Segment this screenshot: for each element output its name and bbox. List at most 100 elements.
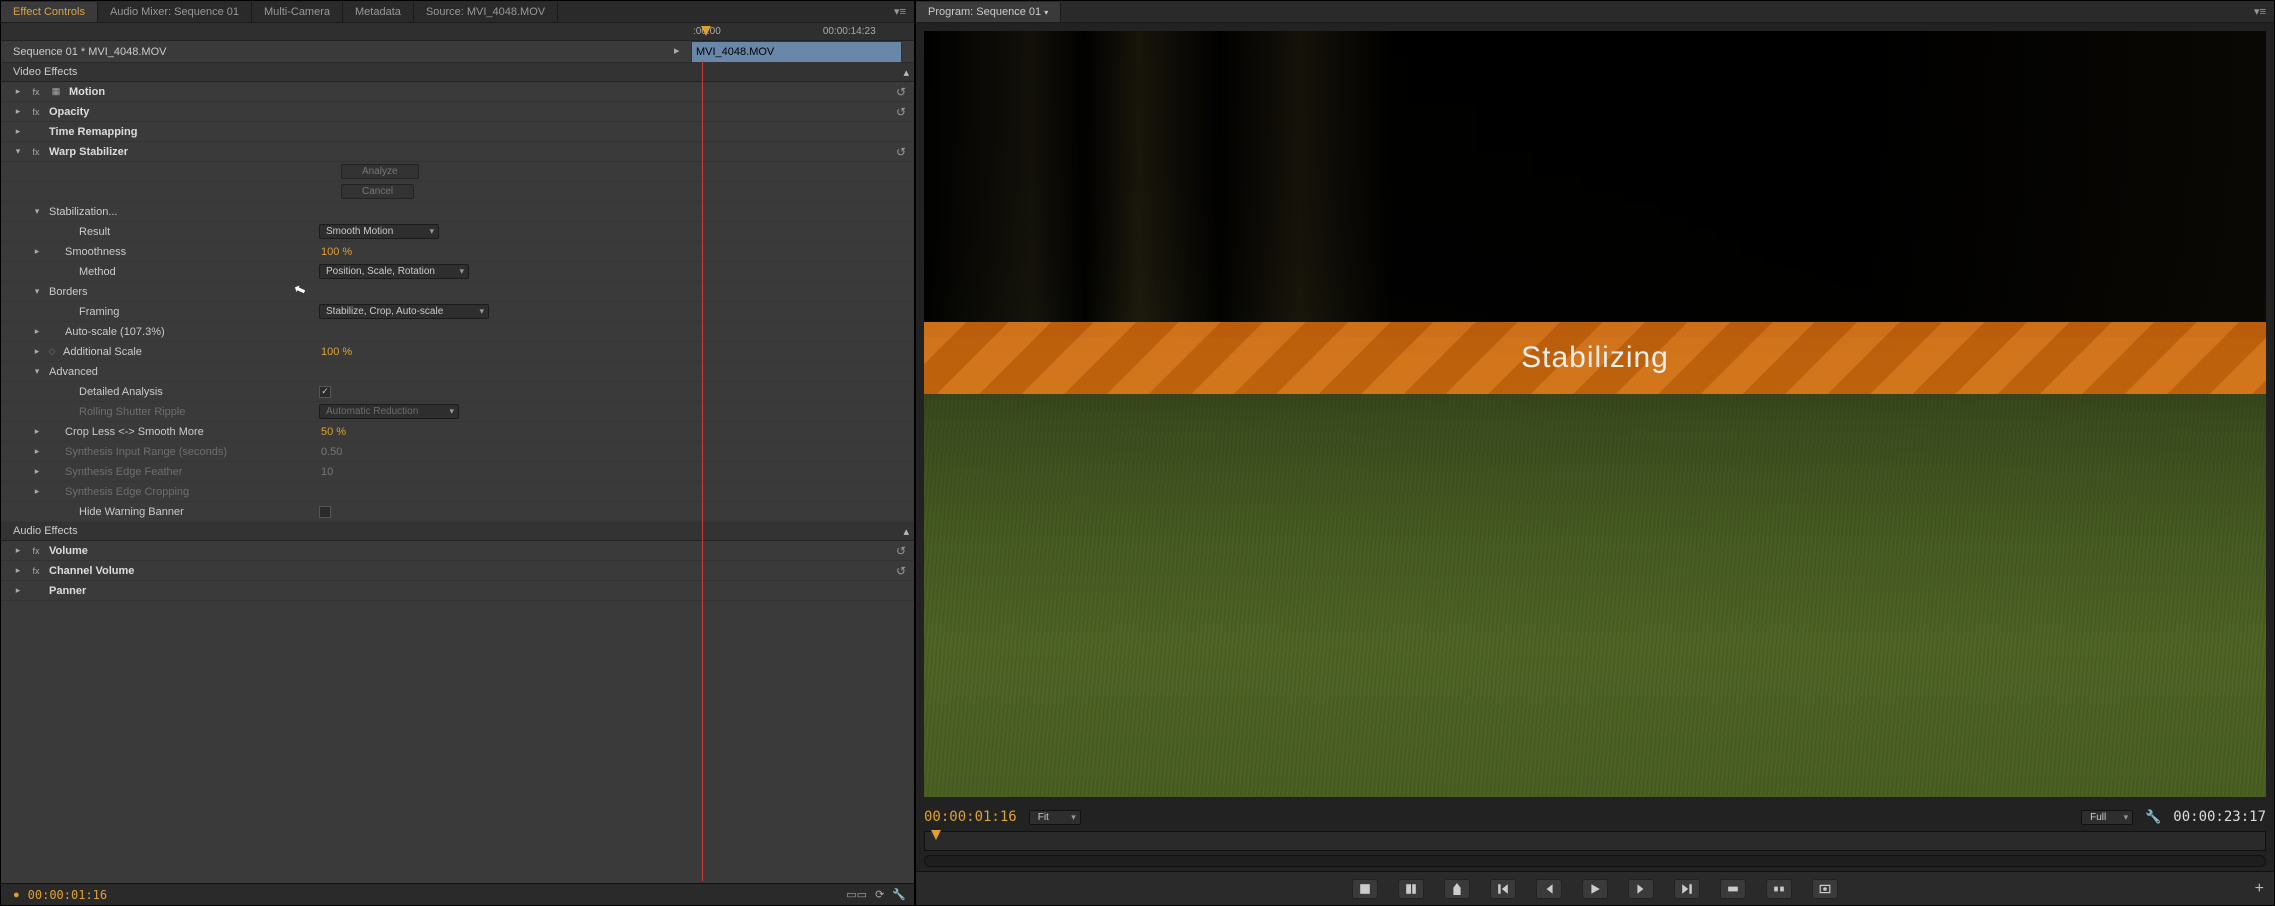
method-dropdown[interactable]: Position, Scale, Rotation (319, 264, 469, 279)
program-time-ruler[interactable] (924, 831, 2266, 851)
hide-banner-checkbox[interactable] (319, 506, 331, 518)
twisty-icon[interactable]: ▾ (13, 146, 23, 157)
twisty-icon[interactable]: ▸ (29, 426, 45, 437)
loop-icon[interactable]: ⟳ (875, 888, 884, 901)
effect-opacity[interactable]: ▸ fx Opacity ↺ (1, 102, 914, 122)
smoothness-value[interactable]: 100 % (319, 246, 352, 258)
group-advanced[interactable]: ▾ Advanced (1, 362, 914, 382)
mark-out-button[interactable] (1398, 879, 1424, 899)
reset-icon[interactable]: ↺ (896, 544, 906, 558)
twisty-icon[interactable]: ▾ (29, 366, 45, 377)
zoom-slider-icon[interactable]: ▭▭ (846, 888, 867, 901)
fx-badge-icon[interactable]: fx (29, 566, 43, 576)
audio-effects-collapse-icon[interactable]: ▴ (903, 525, 909, 538)
twisty-icon[interactable]: ▸ (13, 565, 23, 576)
analyze-button[interactable]: Analyze (341, 164, 419, 179)
mark-in-button[interactable] (1352, 879, 1378, 899)
go-to-in-button[interactable] (1490, 879, 1516, 899)
button-editor-icon[interactable]: + (2255, 880, 2264, 898)
panel-menu-icon[interactable]: ▾≡ (2254, 5, 2274, 18)
clip-name-chip[interactable]: MVI_4048.MOV (691, 41, 902, 63)
extract-button[interactable] (1766, 879, 1792, 899)
cancel-button[interactable]: Cancel (341, 184, 414, 199)
prop-hide-warning-banner: Hide Warning Banner (1, 502, 914, 522)
prop-crop-less-smooth-more: ▸ Crop Less <-> Smooth More 50 % (1, 422, 914, 442)
twisty-icon[interactable]: ▸ (13, 126, 23, 137)
warp-cancel-row: Cancel (1, 182, 914, 202)
prop-label: Detailed Analysis (59, 386, 319, 398)
detailed-analysis-checkbox[interactable]: ✓ (319, 386, 331, 398)
prop-label: Synthesis Edge Cropping (59, 486, 319, 498)
effect-motion[interactable]: ▸ fx ▦ Motion ↺ (1, 82, 914, 102)
prop-result: Result Smooth Motion (1, 222, 914, 242)
program-monitor-panel: Program: Sequence 01 ▾ ▾≡ Stabilizing 00… (915, 0, 2275, 906)
fx-badge-icon[interactable]: fx (29, 546, 43, 556)
twisty-icon[interactable]: ▸ (29, 246, 45, 257)
tab-audio-mixer[interactable]: Audio Mixer: Sequence 01 (98, 2, 252, 22)
effect-controls-playhead-line[interactable] (702, 61, 703, 881)
twisty-icon[interactable]: ▸ (29, 346, 45, 357)
program-scrollbar[interactable] (924, 855, 2266, 867)
show-timeline-toggle-icon[interactable]: ▸ (674, 44, 680, 57)
settings-wrench-icon[interactable]: 🔧 (2145, 810, 2161, 825)
twisty-icon[interactable]: ▸ (13, 86, 23, 97)
reset-icon[interactable]: ↺ (896, 105, 906, 119)
twisty-icon[interactable]: ▸ (13, 585, 23, 596)
playback-resolution-dropdown[interactable]: Full (2081, 810, 2133, 825)
sequence-clip-title: Sequence 01 * MVI_4048.MOV (13, 46, 166, 58)
play-button[interactable] (1582, 879, 1608, 899)
export-frame-button[interactable] (1812, 879, 1838, 899)
effect-time-remapping[interactable]: ▸ Time Remapping (1, 122, 914, 142)
tab-program[interactable]: Program: Sequence 01 ▾ (916, 2, 1061, 22)
footer-timecode[interactable]: 00:00:01:16 (28, 888, 107, 902)
tab-metadata[interactable]: Metadata (343, 2, 414, 22)
tab-multi-camera[interactable]: Multi-Camera (252, 2, 343, 22)
reset-icon[interactable]: ↺ (896, 564, 906, 578)
effect-channel-volume[interactable]: ▸ fx Channel Volume ↺ (1, 561, 914, 581)
twisty-icon[interactable]: ▾ (29, 206, 45, 217)
reset-icon[interactable]: ↺ (896, 145, 906, 159)
fx-badge-icon[interactable]: fx (29, 147, 43, 157)
effect-label: Volume (49, 545, 88, 557)
result-dropdown[interactable]: Smooth Motion (319, 224, 439, 239)
effect-panner[interactable]: ▸ Panner (1, 581, 914, 601)
prop-label: Synthesis Edge Feather (59, 466, 319, 478)
twisty-icon[interactable]: ▾ (29, 286, 45, 297)
lift-button[interactable] (1720, 879, 1746, 899)
crop-less-value[interactable]: 50 % (319, 426, 346, 438)
transport-controls: + (916, 871, 2274, 905)
add-marker-button[interactable] (1444, 879, 1470, 899)
effect-controls-time-ruler[interactable]: :00:00 00:00:14:23 (1, 23, 914, 41)
program-monitor-canvas[interactable]: Stabilizing (924, 31, 2266, 797)
twisty-icon[interactable]: ▸ (29, 326, 45, 337)
wrench-icon[interactable]: 🔧 (892, 888, 906, 901)
framing-dropdown[interactable]: Stabilize, Crop, Auto-scale (319, 304, 489, 319)
additional-scale-value[interactable]: 100 % (319, 346, 352, 358)
program-playhead-icon[interactable] (931, 830, 941, 840)
twisty-icon[interactable]: ▸ (13, 106, 23, 117)
step-forward-button[interactable] (1628, 879, 1654, 899)
program-current-timecode[interactable]: 00:00:01:16 (924, 809, 1017, 825)
sequence-dropdown-icon[interactable]: ▾ (1044, 8, 1048, 17)
panel-menu-icon[interactable]: ▾≡ (894, 5, 914, 18)
tab-effect-controls[interactable]: Effect Controls (1, 2, 98, 22)
synth-range-value: 0.50 (319, 446, 342, 458)
effect-controls-footer: ● 00:00:01:16 ▭▭ ⟳ 🔧 (1, 883, 914, 905)
group-borders[interactable]: ▾ Borders (1, 282, 914, 302)
effect-warp-stabilizer[interactable]: ▾ fx Warp Stabilizer ↺ (1, 142, 914, 162)
synth-feather-value: 10 (319, 466, 333, 478)
effect-volume[interactable]: ▸ fx Volume ↺ (1, 541, 914, 561)
group-stabilization[interactable]: ▾ Stabilization... (1, 202, 914, 222)
fx-badge-icon[interactable]: fx (29, 107, 43, 117)
video-effects-collapse-icon[interactable]: ▴ (903, 66, 909, 79)
twisty-icon[interactable]: ▸ (13, 545, 23, 556)
go-to-out-button[interactable] (1674, 879, 1700, 899)
reset-icon[interactable]: ↺ (896, 85, 906, 99)
step-back-button[interactable] (1536, 879, 1562, 899)
zoom-fit-dropdown[interactable]: Fit (1029, 810, 1081, 825)
stopwatch-icon[interactable]: ◇ (45, 346, 59, 357)
tab-source[interactable]: Source: MVI_4048.MOV (414, 2, 558, 22)
prop-synthesis-input-range: ▸ Synthesis Input Range (seconds) 0.50 (1, 442, 914, 462)
prop-label: Smoothness (59, 246, 319, 258)
fx-badge-icon[interactable]: fx (29, 87, 43, 97)
